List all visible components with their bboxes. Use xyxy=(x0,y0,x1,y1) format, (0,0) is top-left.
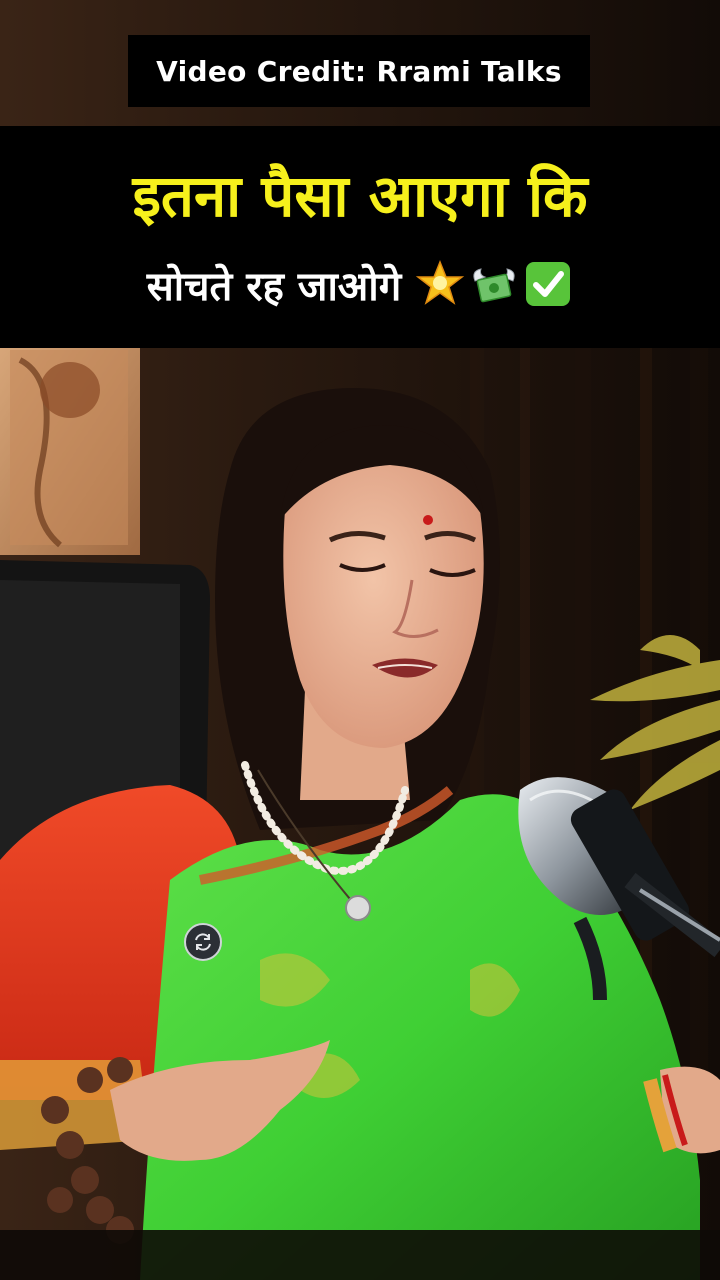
refresh-arrows-icon xyxy=(195,933,211,951)
video-credit-banner: Video Credit: Rrami Talks xyxy=(128,35,590,107)
glowing-star-icon xyxy=(416,259,465,305)
check-mark-button-icon xyxy=(526,262,571,306)
caption-subline-text: सोचते रह जाओगे xyxy=(146,263,402,310)
money-with-wings-icon xyxy=(473,268,515,303)
caption-headline: इतना पैसा आएगा कि xyxy=(132,162,588,230)
rotate-icon[interactable] xyxy=(184,923,222,961)
video-credit-text: Video Credit: Rrami Talks xyxy=(156,54,562,88)
caption-emoji-row xyxy=(415,259,573,309)
caption-subline: सोचते रह जाओगे xyxy=(0,254,720,314)
caption-panel: इतना पैसा आएगा कि सोचते रह जाओगे xyxy=(0,126,720,348)
